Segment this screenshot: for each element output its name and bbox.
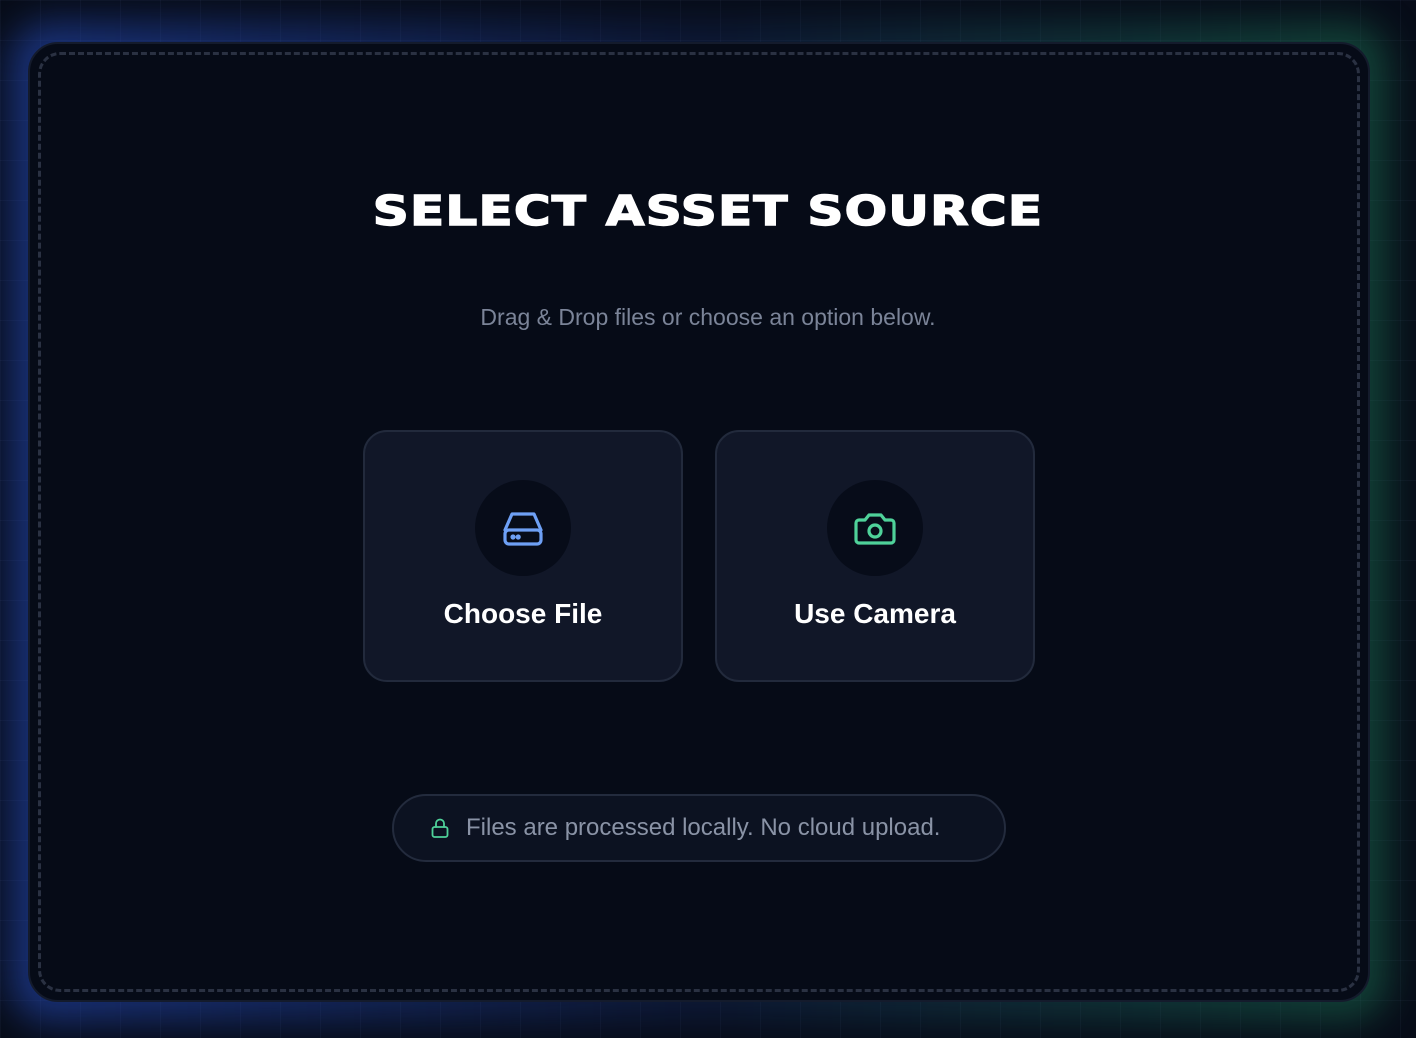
choose-file-label: Choose File <box>443 598 603 629</box>
use-camera-label: Use Camera <box>794 598 956 629</box>
use-camera-button[interactable]: Use Camera <box>715 430 1035 682</box>
page-title: SELECT ASSET SOURCE <box>372 186 1044 235</box>
hard-drive-icon <box>503 512 543 546</box>
privacy-notice: Files are processed locally. No cloud up… <box>392 794 1006 862</box>
privacy-notice-text: Files are processed locally. No cloud up… <box>466 814 941 841</box>
camera-icon <box>854 513 896 545</box>
use-camera-icon-container <box>827 480 923 576</box>
page-subtitle: Drag & Drop files or choose an option be… <box>480 304 936 330</box>
lock-icon <box>431 818 449 838</box>
choose-file-icon-container <box>475 480 571 576</box>
choose-file-button[interactable]: Choose File <box>363 430 683 682</box>
